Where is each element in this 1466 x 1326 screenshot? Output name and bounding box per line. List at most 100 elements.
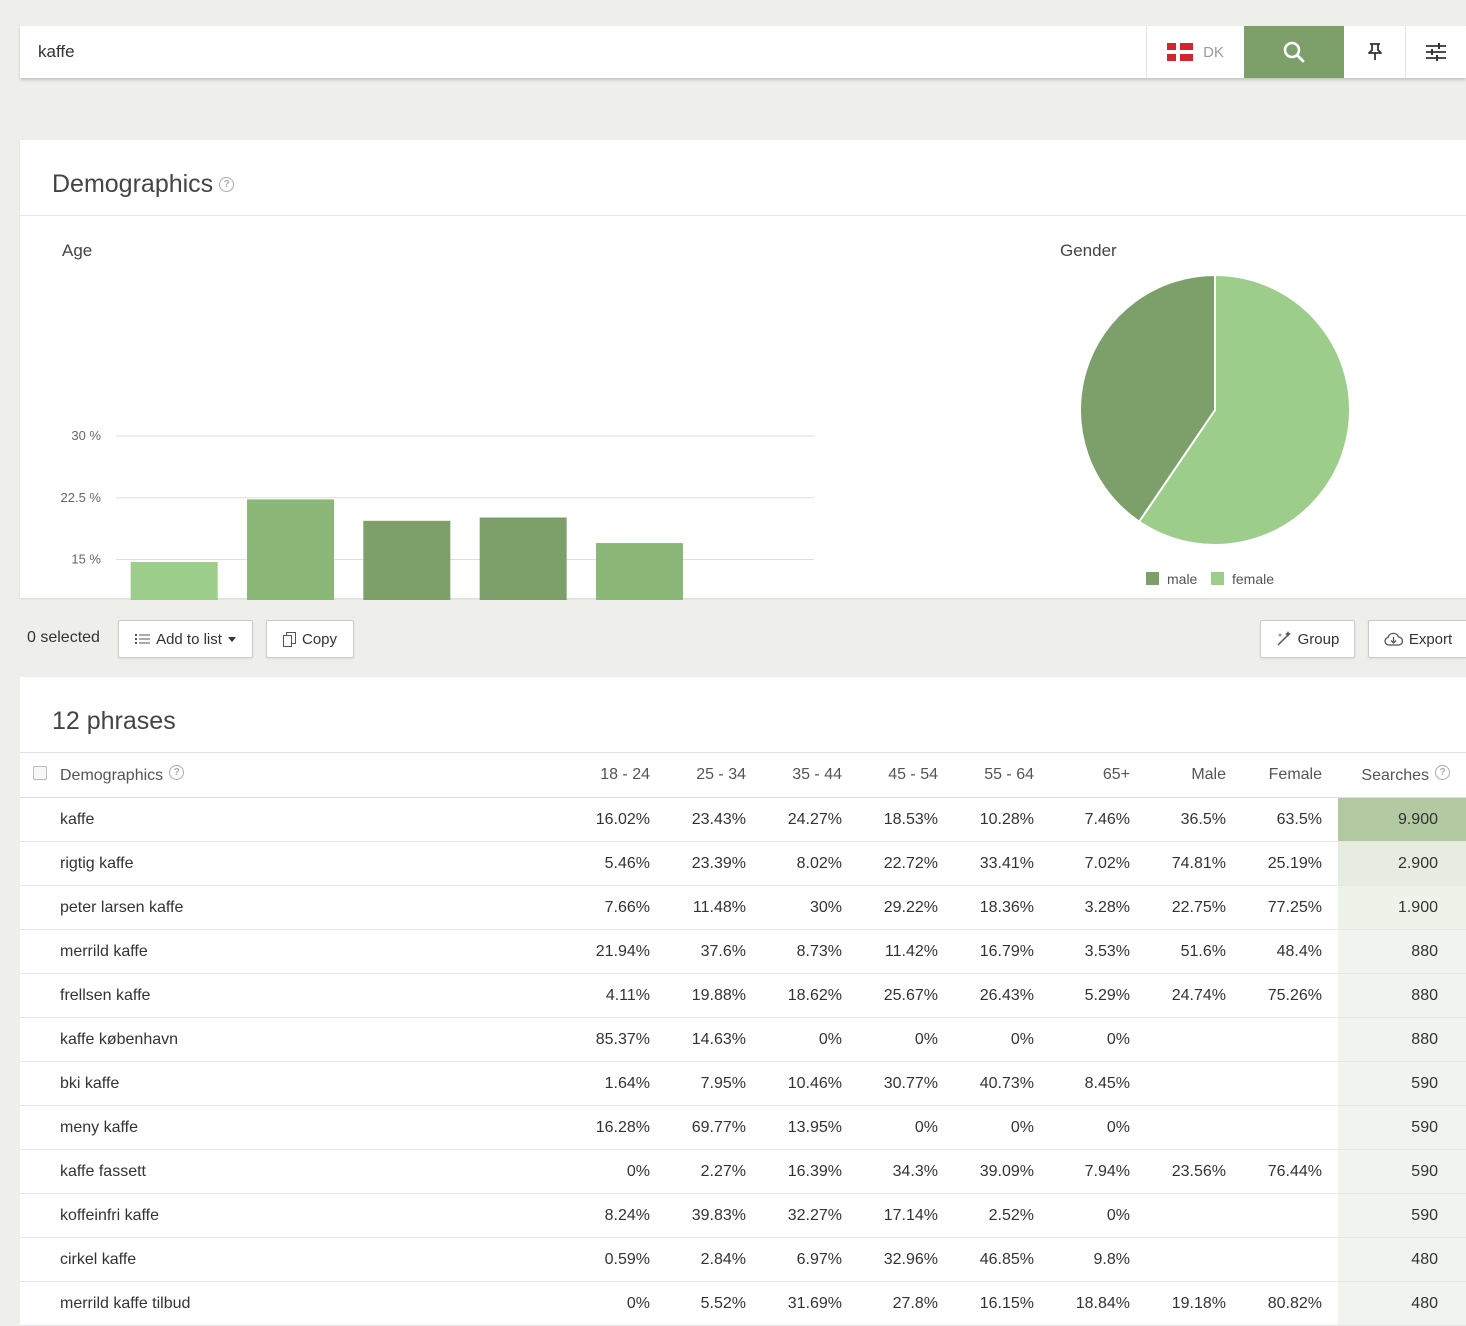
table-row[interactable]: kaffe københavn 85.37% 14.63% 0% 0% 0% 0% 880 <box>20 1017 1466 1062</box>
row-select-cell[interactable] <box>20 1061 60 1106</box>
row-select-cell[interactable] <box>20 885 60 930</box>
cell-male: 36.5% <box>1146 797 1242 842</box>
cell-keyword[interactable]: frellsen kaffe <box>60 973 570 1018</box>
age-bar[interactable] <box>596 543 683 600</box>
table-row[interactable]: meny kaffe 16.28% 69.77% 13.95% 0% 0% 0% 590 <box>20 1105 1466 1150</box>
help-icon[interactable]: ? <box>169 765 185 780</box>
cell-female: 75.26% <box>1242 973 1338 1018</box>
column-header-female[interactable]: Female <box>1242 752 1338 798</box>
age-chart-label: Age <box>62 241 93 260</box>
table-row[interactable]: rigtig kaffe 5.46% 23.39% 8.02% 22.72% 33.41%… <box>20 841 1466 886</box>
column-header-searches[interactable]: Searches? <box>1338 752 1466 798</box>
row-select-cell[interactable] <box>20 1281 60 1326</box>
cell-age-35-44: 10.46% <box>762 1061 858 1106</box>
add-to-list-button[interactable]: Add to list <box>118 620 253 658</box>
cell-age-18-24: 21.94% <box>570 929 666 974</box>
help-icon[interactable]: ? <box>1435 765 1450 780</box>
table-row[interactable]: frellsen kaffe 4.11% 19.88% 18.62% 25.67% 26.… <box>20 973 1466 1018</box>
age-bar[interactable] <box>363 520 451 600</box>
cell-female <box>1242 1193 1338 1238</box>
country-code: DK <box>1203 43 1224 61</box>
cell-age-45-54: 27.8% <box>858 1281 954 1326</box>
cell-keyword[interactable]: kaffe fassett <box>60 1149 570 1194</box>
copy-button[interactable]: Copy <box>266 620 354 658</box>
row-select-cell[interactable] <box>20 1105 60 1150</box>
age-bar[interactable] <box>247 499 334 600</box>
row-select-cell[interactable] <box>20 1149 60 1194</box>
cell-age-25-34: 19.88% <box>666 973 762 1018</box>
cell-age-18-24: 7.66% <box>570 885 666 930</box>
cell-female: 63.5% <box>1242 797 1338 842</box>
cell-keyword[interactable]: peter larsen kaffe <box>60 885 570 930</box>
column-header-age-35-44[interactable]: 35 - 44 <box>762 752 858 798</box>
cell-age-25-34: 5.52% <box>666 1281 762 1326</box>
cell-keyword[interactable]: cirkel kaffe <box>60 1237 570 1282</box>
help-icon[interactable]: ? <box>219 177 235 192</box>
export-label: Export <box>1408 630 1453 648</box>
row-select-cell[interactable] <box>20 973 60 1018</box>
row-select-cell[interactable] <box>20 797 60 842</box>
cell-age-55-64: 33.41% <box>954 841 1050 886</box>
column-header-age-25-34[interactable]: 25 - 34 <box>666 752 762 798</box>
table-row[interactable]: merrild kaffe 21.94% 37.6% 8.73% 11.42% 16.79… <box>20 929 1466 974</box>
cell-male: 22.75% <box>1146 885 1242 930</box>
y-tick-label: 30 % <box>71 428 101 443</box>
export-button[interactable]: Export <box>1368 620 1466 658</box>
table-row[interactable]: bki kaffe 1.64% 7.95% 10.46% 30.77% 40.73% 8.4… <box>20 1061 1466 1106</box>
cell-age-65-plus: 7.46% <box>1050 797 1146 842</box>
cell-male: 19.18% <box>1146 1281 1242 1326</box>
cell-age-35-44: 8.02% <box>762 841 858 886</box>
cell-female <box>1242 1061 1338 1106</box>
cell-searches: 590 <box>1338 1193 1466 1238</box>
legend-label-female: female <box>1232 571 1274 587</box>
cell-keyword[interactable]: meny kaffe <box>60 1105 570 1150</box>
cell-age-25-34: 11.48% <box>666 885 762 930</box>
row-select-cell[interactable] <box>20 929 60 974</box>
select-all-checkbox[interactable] <box>33 765 47 780</box>
country-selector[interactable]: DK <box>1146 26 1244 78</box>
settings-button[interactable] <box>1405 26 1466 78</box>
cell-keyword[interactable]: rigtig kaffe <box>60 841 570 886</box>
cell-searches: 880 <box>1338 973 1466 1018</box>
column-header-male[interactable]: Male <box>1146 752 1242 798</box>
search-input[interactable] <box>20 26 1146 78</box>
row-select-cell[interactable] <box>20 1193 60 1238</box>
sliders-icon <box>1426 43 1446 61</box>
cell-keyword[interactable]: merrild kaffe tilbud <box>60 1281 570 1326</box>
cell-keyword[interactable]: koffeinfri kaffe <box>60 1193 570 1238</box>
column-header-age-45-54[interactable]: 45 - 54 <box>858 752 954 798</box>
table-row[interactable]: koffeinfri kaffe 8.24% 39.83% 32.27% 17.14% 2… <box>20 1193 1466 1238</box>
table-row[interactable]: cirkel kaffe 0.59% 2.84% 6.97% 32.96% 46.85% 9… <box>20 1237 1466 1282</box>
select-all-cell <box>20 752 60 798</box>
pin-icon <box>1367 43 1382 60</box>
row-select-cell[interactable] <box>20 841 60 886</box>
pin-button[interactable] <box>1344 26 1405 78</box>
cell-keyword[interactable]: bki kaffe <box>60 1061 570 1106</box>
search-button[interactable] <box>1244 26 1344 78</box>
cell-searches: 480 <box>1338 1281 1466 1326</box>
row-select-cell[interactable] <box>20 1237 60 1282</box>
cell-keyword[interactable]: kaffe <box>60 797 570 842</box>
column-header-age-18-24[interactable]: 18 - 24 <box>570 752 666 798</box>
cell-age-18-24: 0% <box>570 1281 666 1326</box>
column-header-age-65-plus[interactable]: 65+ <box>1050 752 1146 798</box>
age-bar[interactable] <box>479 517 567 600</box>
table-row[interactable]: peter larsen kaffe 7.66% 11.48% 30% 29.22% 18… <box>20 885 1466 930</box>
column-header-age-55-64[interactable]: 55 - 64 <box>954 752 1050 798</box>
table-row[interactable]: kaffe fassett 0% 2.27% 16.39% 34.3% 39.09% 7.9… <box>20 1149 1466 1194</box>
cell-keyword[interactable]: merrild kaffe <box>60 929 570 974</box>
group-button[interactable]: Group <box>1260 620 1355 658</box>
cell-searches: 9.900 <box>1338 797 1466 842</box>
row-select-cell[interactable] <box>20 1017 60 1062</box>
cell-male <box>1146 1105 1242 1150</box>
cell-keyword[interactable]: kaffe københavn <box>60 1017 570 1062</box>
copy-icon <box>282 631 296 647</box>
cell-age-45-54: 30.77% <box>858 1061 954 1106</box>
column-header-demographics[interactable]: Demographics? <box>60 752 570 798</box>
cell-age-18-24: 85.37% <box>570 1017 666 1062</box>
cell-age-45-54: 25.67% <box>858 973 954 1018</box>
cell-male: 23.56% <box>1146 1149 1242 1194</box>
age-bar[interactable] <box>130 561 218 600</box>
table-row[interactable]: kaffe 16.02% 23.43% 24.27% 18.53% 10.28% 7.46%… <box>20 797 1466 842</box>
table-row[interactable]: merrild kaffe tilbud 0% 5.52% 31.69% 27.8% 16… <box>20 1281 1466 1326</box>
